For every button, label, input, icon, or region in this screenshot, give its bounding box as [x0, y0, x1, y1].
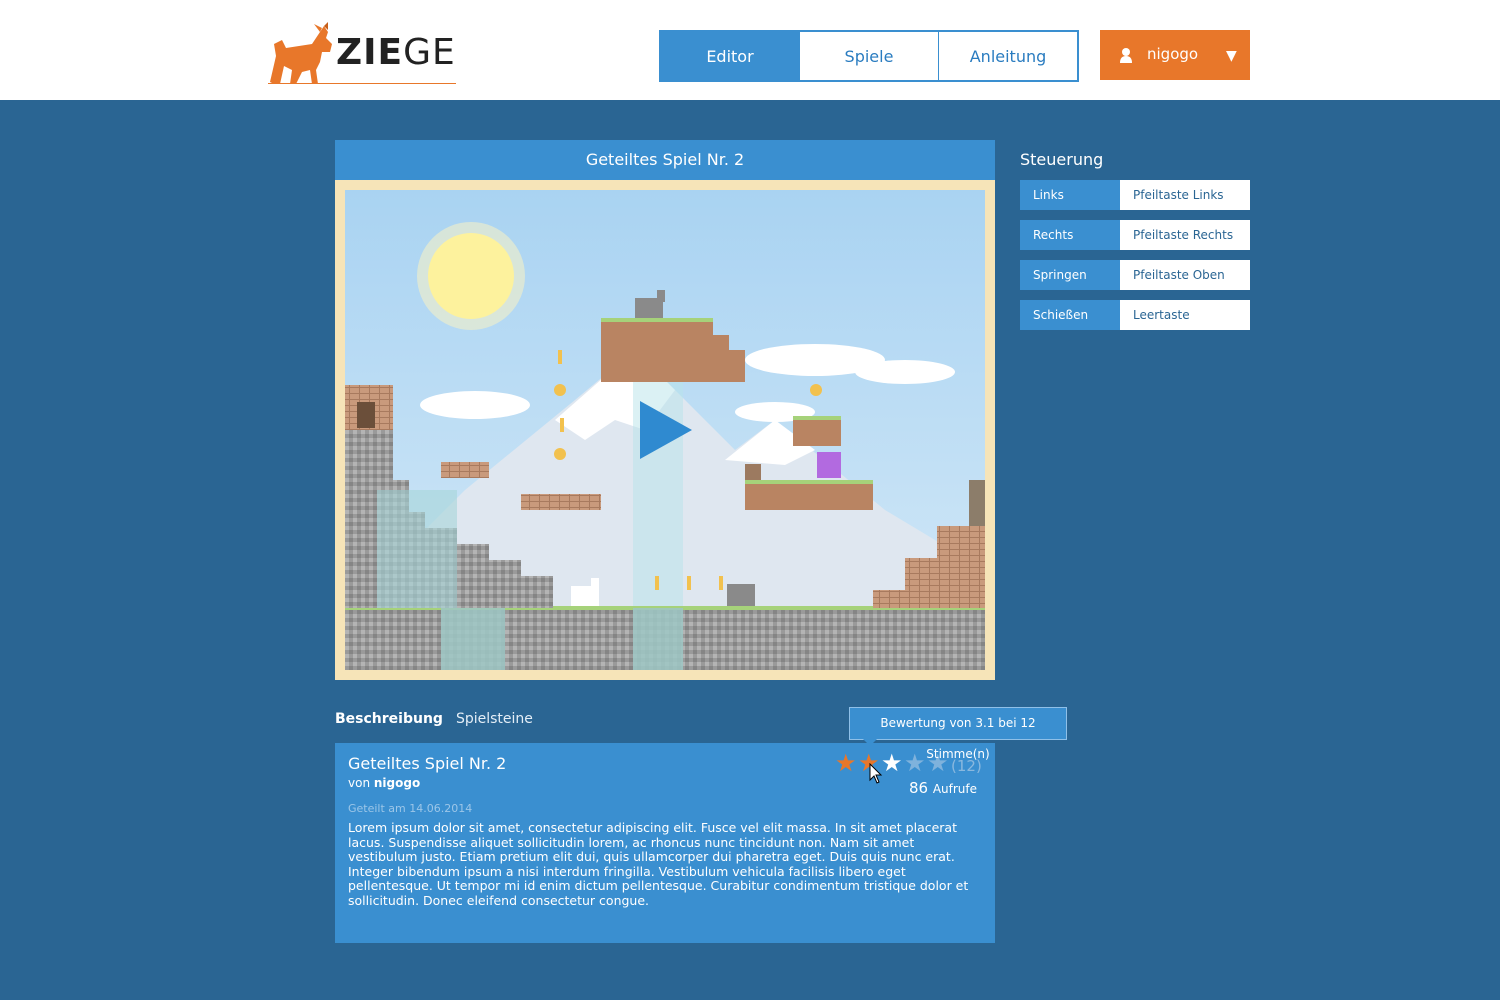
star-icon[interactable]: ★	[835, 751, 857, 775]
chevron-down-icon: ▼	[1226, 48, 1237, 64]
star-icon[interactable]: ★	[904, 751, 926, 775]
nav-tab-spiele[interactable]: Spiele	[800, 32, 939, 80]
star-icon[interactable]: ★	[881, 751, 903, 775]
user-icon	[1120, 48, 1132, 63]
control-action: Springen	[1020, 260, 1120, 290]
ziege-logo[interactable]: ZIEGE	[268, 22, 468, 88]
play-icon[interactable]	[640, 401, 692, 459]
description-tabs: Beschreibung Spielsteine	[335, 711, 533, 727]
author-link[interactable]: nigogo	[374, 776, 420, 790]
description-author: von nigogo	[348, 776, 421, 790]
game-frame	[335, 180, 995, 680]
user-name: nigogo	[1147, 45, 1199, 63]
control-row-rechts: Rechts Pfeiltaste Rechts	[1020, 220, 1250, 250]
logo-wordmark: ZIEGE	[336, 32, 456, 73]
user-menu-button[interactable]: nigogo ▼	[1100, 30, 1250, 80]
control-action: Schießen	[1020, 300, 1120, 330]
main-nav: Editor Spiele Anleitung	[659, 30, 1079, 82]
tab-beschreibung[interactable]: Beschreibung	[335, 711, 443, 727]
description-panel: Geteiltes Spiel Nr. 2 von nigogo Geteilt…	[335, 743, 995, 943]
control-key: Pfeiltaste Links	[1120, 180, 1250, 210]
control-row-schiessen: Schießen Leertaste	[1020, 300, 1250, 330]
control-key: Pfeiltaste Oben	[1120, 260, 1250, 290]
controls-title: Steuerung	[1020, 150, 1104, 169]
tab-spielsteine[interactable]: Spielsteine	[456, 711, 533, 727]
description-title: Geteiltes Spiel Nr. 2	[348, 754, 507, 773]
view-count: 86 Aufrufe	[908, 779, 977, 797]
mouse-cursor-icon	[869, 763, 883, 784]
control-row-springen: Springen Pfeiltaste Oben	[1020, 260, 1250, 290]
control-row-links: Links Pfeiltaste Links	[1020, 180, 1250, 210]
goat-logo-icon	[270, 22, 332, 84]
logo-underline	[268, 83, 456, 84]
control-key: Pfeiltaste Rechts	[1120, 220, 1250, 250]
site-header: ZIEGE Editor Spiele Anleitung nigogo ▼	[0, 0, 1500, 100]
control-key: Leertaste	[1120, 300, 1250, 330]
tooltip-arrow	[863, 739, 877, 746]
shared-date: Geteilt am 14.06.2014	[348, 802, 473, 815]
nav-tab-anleitung[interactable]: Anleitung	[939, 32, 1077, 80]
rating-tooltip: Bewertung von 3.1 bei 12 Stimme(n)	[849, 707, 1067, 761]
game-preview[interactable]	[345, 190, 985, 670]
game-title: Geteiltes Spiel Nr. 2	[335, 140, 995, 180]
nav-tab-editor[interactable]: Editor	[661, 32, 800, 80]
description-text: Lorem ipsum dolor sit amet, consectetur …	[348, 820, 969, 908]
control-action: Rechts	[1020, 220, 1120, 250]
control-action: Links	[1020, 180, 1120, 210]
